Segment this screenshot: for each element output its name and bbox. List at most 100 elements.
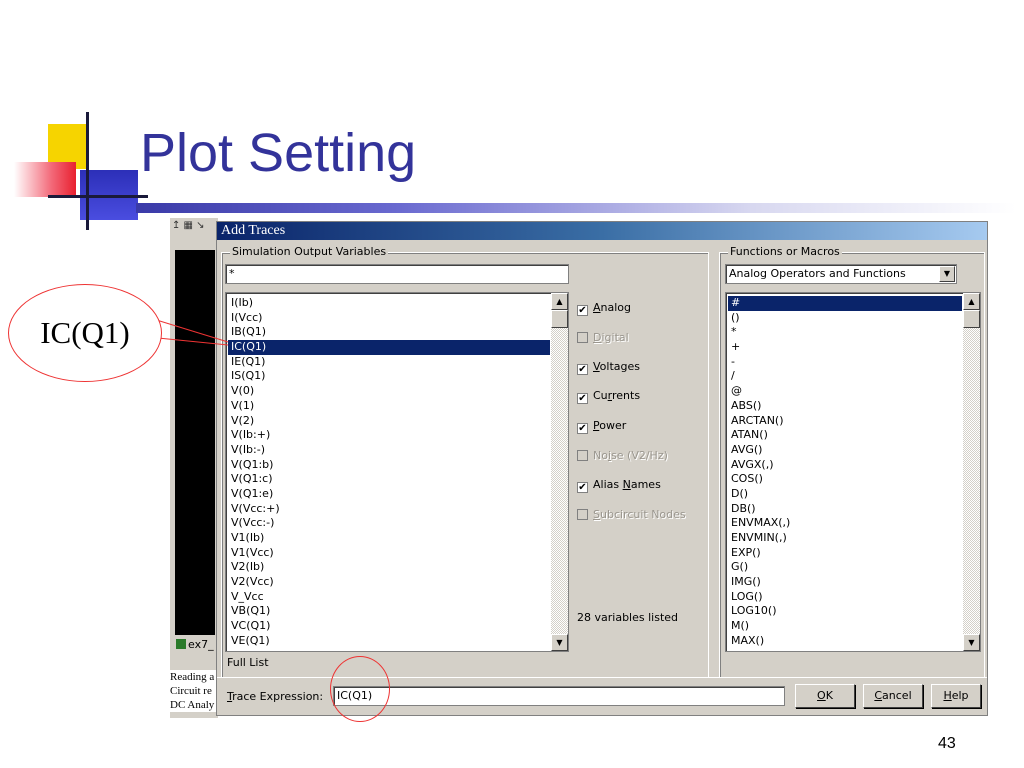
list-item[interactable]: MAX() bbox=[728, 634, 962, 649]
scroll-down-arrow-icon[interactable]: ▼ bbox=[963, 634, 980, 651]
filter-checkbox[interactable]: ✔ Voltages bbox=[577, 360, 640, 375]
filter-checkbox[interactable]: ✔ Alias Names bbox=[577, 478, 661, 493]
schematic-icon bbox=[176, 639, 186, 649]
list-item[interactable]: IE(Q1) bbox=[228, 355, 550, 370]
help-button[interactable]: Help bbox=[931, 684, 981, 708]
dropdown-arrow-icon[interactable]: ▼ bbox=[939, 266, 955, 282]
list-item[interactable]: V2(Vcc) bbox=[228, 575, 550, 590]
list-item[interactable]: IB(Q1) bbox=[228, 325, 550, 340]
list-item[interactable]: D() bbox=[728, 487, 962, 502]
list-item[interactable]: IS(Q1) bbox=[228, 369, 550, 384]
list-item[interactable]: I(Ib) bbox=[228, 296, 550, 311]
list-item[interactable]: V(Q1:c) bbox=[228, 472, 550, 487]
list-item[interactable]: V(1) bbox=[228, 399, 550, 414]
background-tab[interactable]: ex7_ bbox=[176, 638, 214, 651]
page-number: 43 bbox=[938, 735, 956, 752]
filter-checkbox[interactable]: ✔ Analog bbox=[577, 301, 631, 316]
functions-scrollbar[interactable]: ▲ ▼ bbox=[963, 293, 980, 651]
list-item[interactable]: V1(Vcc) bbox=[228, 546, 550, 561]
dialog-titlebar[interactable]: Add Traces bbox=[217, 222, 987, 240]
ok-button[interactable]: OK bbox=[795, 684, 855, 708]
filter-checkbox[interactable]: ✔ Currents bbox=[577, 389, 640, 404]
background-tab-label: ex7_ bbox=[188, 638, 214, 651]
scroll-thumb[interactable] bbox=[551, 310, 568, 328]
list-item[interactable]: V(Vcc:-) bbox=[228, 516, 550, 531]
log-line: Circuit re bbox=[170, 685, 212, 697]
add-traces-dialog: Add Traces Simulation Output Variables F… bbox=[216, 221, 988, 716]
functions-items: #() * + - / @ ABS() ARCTAN() ATAN() AVG() AVGX(,) C… bbox=[728, 296, 962, 649]
list-item[interactable]: ENVMAX(,) bbox=[728, 516, 962, 531]
scroll-up-arrow-icon[interactable]: ▲ bbox=[963, 293, 980, 310]
list-item[interactable]: / bbox=[728, 369, 962, 384]
filter-checkbox: Subcircuit Nodes bbox=[577, 508, 686, 521]
filter-checkbox[interactable]: ✔ Power bbox=[577, 419, 626, 434]
list-item[interactable]: + bbox=[728, 340, 962, 355]
list-item[interactable]: ATAN() bbox=[728, 428, 962, 443]
list-item[interactable]: # bbox=[728, 296, 962, 311]
filter-checkbox: Digital bbox=[577, 331, 629, 344]
list-item[interactable]: IMG() bbox=[728, 575, 962, 590]
checkbox-icon bbox=[577, 509, 588, 520]
list-item[interactable]: - bbox=[728, 355, 962, 370]
scroll-down-arrow-icon[interactable]: ▼ bbox=[551, 634, 568, 651]
checkbox-icon[interactable]: ✔ bbox=[577, 482, 588, 493]
background-plot-area bbox=[175, 250, 215, 635]
list-item[interactable]: M() bbox=[728, 619, 962, 634]
list-item[interactable]: V(0) bbox=[228, 384, 550, 399]
simulation-output-label: Simulation Output Variables bbox=[230, 245, 389, 258]
list-item[interactable]: V(Vcc:+) bbox=[228, 502, 550, 517]
log-line: Reading a bbox=[170, 671, 215, 683]
list-item[interactable]: VB(Q1) bbox=[228, 604, 550, 619]
variables-listbox[interactable]: I(Ib) I(Vcc) IB(Q1) IC(Q1) IE(Q1) IS(Q1) V(0) V… bbox=[225, 292, 569, 652]
variable-filter-input[interactable]: * bbox=[225, 264, 569, 284]
checkbox-icon[interactable]: ✔ bbox=[577, 393, 588, 404]
checkbox-icon bbox=[577, 332, 588, 343]
list-item[interactable]: ENVMIN(,) bbox=[728, 531, 962, 546]
background-toolbar-icons: ↥ ▦ ↘ bbox=[172, 220, 205, 231]
list-item[interactable]: V2(Ib) bbox=[228, 560, 550, 575]
list-item[interactable]: V_Vcc bbox=[228, 590, 550, 605]
slide-title: Plot Setting bbox=[140, 123, 417, 183]
variables-count: 28 variables listed bbox=[577, 611, 679, 624]
functions-category-value: Analog Operators and Functions bbox=[729, 267, 906, 280]
list-item[interactable]: V1(Ib) bbox=[228, 531, 550, 546]
list-item[interactable]: COS() bbox=[728, 472, 962, 487]
list-item[interactable]: G() bbox=[728, 560, 962, 575]
callout-bubble: IC(Q1) bbox=[8, 284, 162, 382]
list-item[interactable]: IC(Q1) bbox=[228, 340, 550, 355]
list-item[interactable]: @ bbox=[728, 384, 962, 399]
cancel-button[interactable]: Cancel bbox=[863, 684, 923, 708]
functions-category-select[interactable]: Analog Operators and Functions ▼ bbox=[725, 264, 957, 284]
list-item[interactable]: * bbox=[728, 325, 962, 340]
checkbox-icon[interactable]: ✔ bbox=[577, 364, 588, 375]
trace-expression-input[interactable]: IC(Q1) bbox=[333, 686, 785, 706]
list-item[interactable]: ABS() bbox=[728, 399, 962, 414]
checkbox-icon[interactable]: ✔ bbox=[577, 305, 588, 316]
list-item[interactable]: LOG10() bbox=[728, 604, 962, 619]
scroll-up-arrow-icon[interactable]: ▲ bbox=[551, 293, 568, 310]
list-item[interactable]: EXP() bbox=[728, 546, 962, 561]
list-item[interactable]: V(Q1:b) bbox=[228, 458, 550, 473]
list-item[interactable]: VE(Q1) bbox=[228, 634, 550, 649]
list-item[interactable]: LOG() bbox=[728, 590, 962, 605]
list-item[interactable]: V(Ib:-) bbox=[228, 443, 550, 458]
list-item[interactable]: VC(Q1) bbox=[228, 619, 550, 634]
list-item[interactable]: I(Vcc) bbox=[228, 311, 550, 326]
list-item[interactable]: ARCTAN() bbox=[728, 414, 962, 429]
background-log: Reading a Circuit re DC Analy bbox=[170, 670, 218, 712]
filter-checkbox: Noise (V2/Hz) bbox=[577, 449, 668, 462]
variables-items: I(Ib) I(Vcc) IB(Q1) IC(Q1) IE(Q1) IS(Q1) V(0) V… bbox=[228, 296, 550, 649]
trace-expression-highlight bbox=[330, 656, 390, 722]
scroll-thumb[interactable] bbox=[963, 310, 980, 328]
title-underline bbox=[136, 203, 1016, 213]
list-item[interactable]: V(Q1:e) bbox=[228, 487, 550, 502]
functions-listbox[interactable]: #() * + - / @ ABS() ARCTAN() ATAN() AVG() AVGX(,) C… bbox=[725, 292, 981, 652]
list-item[interactable]: () bbox=[728, 311, 962, 326]
list-item[interactable]: V(Ib:+) bbox=[228, 428, 550, 443]
checkbox-icon[interactable]: ✔ bbox=[577, 423, 588, 434]
variables-scrollbar[interactable]: ▲ ▼ bbox=[551, 293, 568, 651]
list-item[interactable]: V(2) bbox=[228, 414, 550, 429]
list-item[interactable]: AVG() bbox=[728, 443, 962, 458]
list-item[interactable]: DB() bbox=[728, 502, 962, 517]
list-item[interactable]: AVGX(,) bbox=[728, 458, 962, 473]
